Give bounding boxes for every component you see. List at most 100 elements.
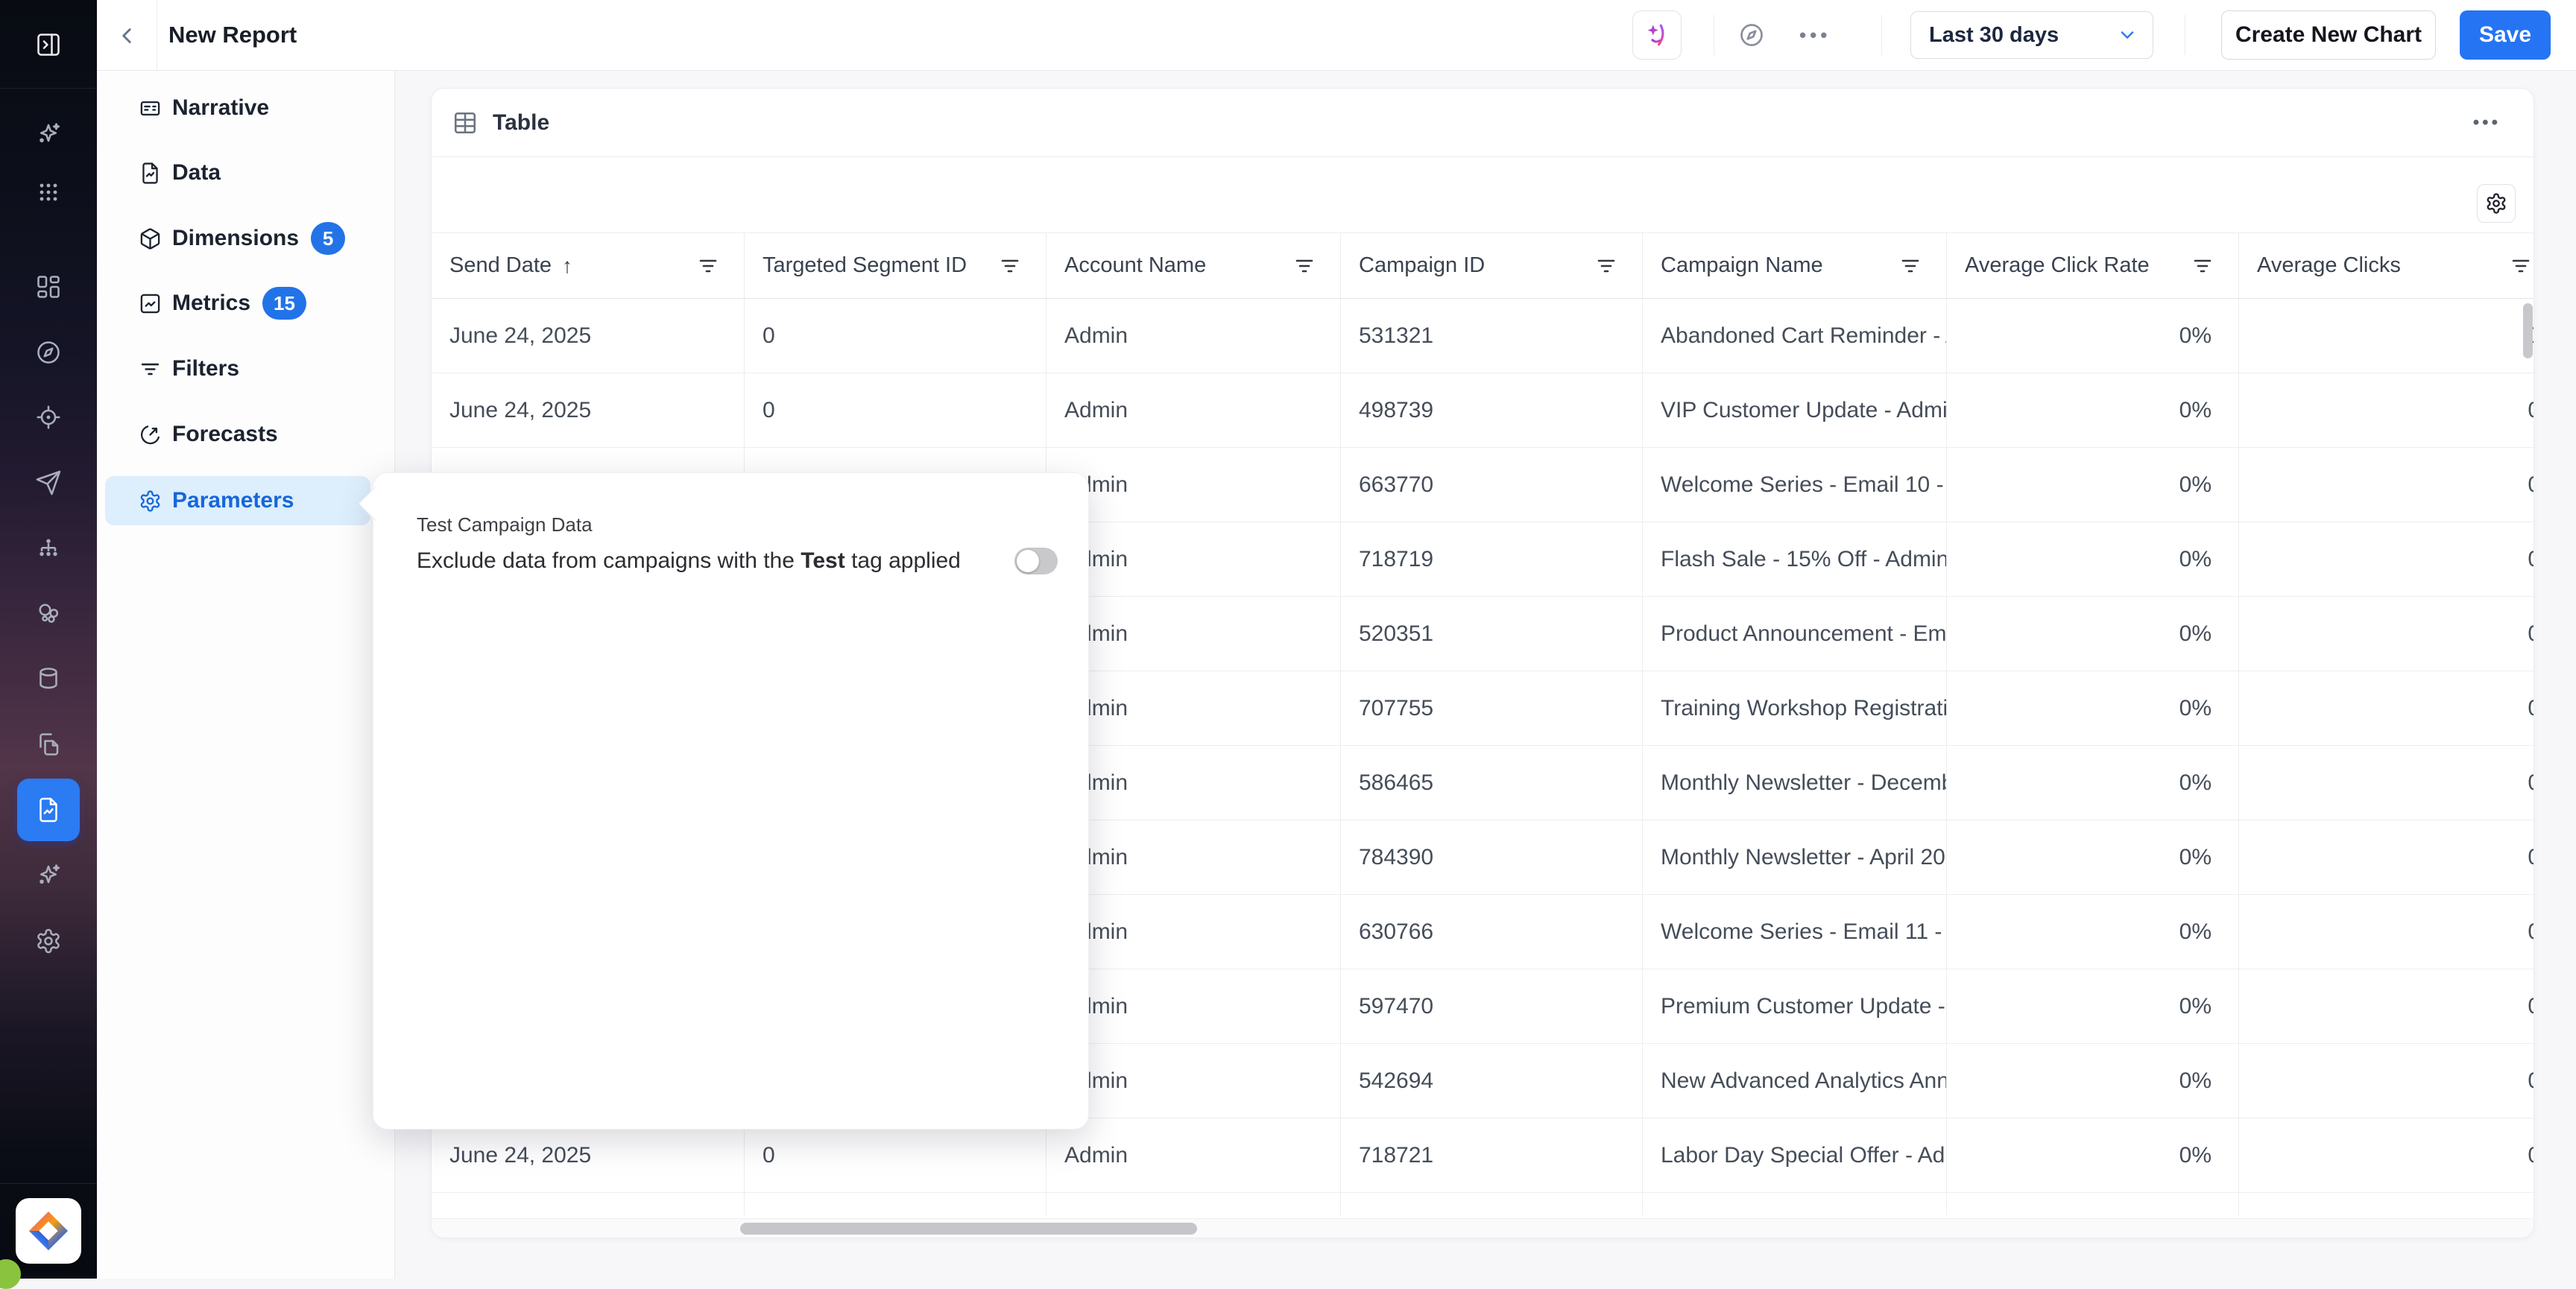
data-icon <box>139 162 162 185</box>
cell-campaign-name: Product Announcement - Email <box>1643 597 1947 671</box>
cell-campaign-id: 542694 <box>1341 1044 1643 1118</box>
cell-average-clicks: 0 <box>2239 1044 2534 1118</box>
ai-assist-button[interactable] <box>1632 10 1682 60</box>
filter-icon[interactable] <box>1597 258 1615 274</box>
back-button[interactable] <box>110 19 143 52</box>
filter-icon[interactable] <box>1295 258 1313 274</box>
cell-account-name: Admin <box>1046 746 1341 820</box>
sidebar-item-label: Narrative <box>172 95 269 121</box>
app-logo[interactable] <box>16 1198 81 1264</box>
filter-icon[interactable] <box>1901 258 1919 274</box>
hierarchy-icon[interactable] <box>32 532 65 565</box>
filter-icon[interactable] <box>2512 258 2530 274</box>
cell-campaign-id: 498739 <box>1341 373 1643 447</box>
column-header-send-date[interactable]: Send Date ↑ <box>432 233 745 298</box>
cell-average-clicks: 0 <box>2239 969 2534 1043</box>
cell-account-name: Admin <box>1046 522 1341 596</box>
column-header-targeted-segment-id[interactable]: Targeted Segment ID <box>745 233 1046 298</box>
vertical-scrollbar-thumb[interactable] <box>2523 303 2533 358</box>
cell-average-click-rate: 0% <box>1947 597 2239 671</box>
sidebar-item-filters[interactable]: Filters <box>105 344 370 393</box>
cell-account-name: Admin <box>1046 969 1341 1043</box>
horizontal-scrollbar-thumb[interactable] <box>740 1223 1197 1235</box>
metrics-icon <box>139 292 162 315</box>
column-header-average-click-rate[interactable]: Average Click Rate <box>1947 233 2239 298</box>
rail-divider <box>0 1183 97 1184</box>
table-row: June 24, 2025 0 Admin 531321 Abandoned C… <box>432 299 2534 373</box>
cell-average-click-rate: 0% <box>1947 671 2239 745</box>
cell-account-name: Admin <box>1046 1044 1341 1118</box>
table-row: June 24, 2025 0 Admin 718721 Labor Day S… <box>432 1118 2534 1193</box>
cell-campaign-id: 663770 <box>1341 448 1643 522</box>
divider <box>1881 15 1882 55</box>
cell-campaign-id: 586465 <box>1341 746 1643 820</box>
save-button[interactable]: Save <box>2460 10 2551 60</box>
sidebar-toggle-icon[interactable] <box>32 28 65 61</box>
exclude-test-data-toggle[interactable] <box>1014 548 1058 574</box>
column-header-campaign-id[interactable]: Campaign ID <box>1341 233 1643 298</box>
create-new-chart-button[interactable]: Create New Chart <box>2221 10 2436 60</box>
settings-icon[interactable] <box>32 925 65 957</box>
cell-average-click-rate: 0% <box>1947 448 2239 522</box>
sparkles-icon[interactable] <box>32 859 65 892</box>
cell-campaign-name: Welcome Series - Email 10 - Ad <box>1643 448 1947 522</box>
toggle-description: Exclude data from campaigns with the Tes… <box>417 548 1014 574</box>
copies-icon[interactable] <box>32 728 65 761</box>
column-header-account-name[interactable]: Account Name <box>1046 233 1341 298</box>
sidebar-item-label: Metrics <box>172 291 250 316</box>
table-row: June 24, 2025 0 Admin 498739 VIP Custome… <box>432 373 2534 448</box>
cell-send-date: June 24, 2025 <box>432 373 745 447</box>
cell-account-name: Admin <box>1046 1118 1341 1192</box>
more-icon[interactable]: ••• <box>1799 0 1831 70</box>
cell-send-date: June 24, 2025 <box>432 299 745 373</box>
sidebar-item-label: Dimensions <box>172 226 299 251</box>
card-title: Table <box>493 89 549 157</box>
date-range-select[interactable]: Last 30 days <box>1910 11 2153 59</box>
metrics-count-badge: 15 <box>262 287 306 320</box>
sidebar-item-parameters[interactable]: Parameters <box>105 476 370 525</box>
filters-icon <box>139 358 162 381</box>
cell-account-name: Admin <box>1046 597 1341 671</box>
parameters-gear-icon <box>139 490 162 513</box>
sidebar-item-dimensions[interactable]: Dimensions 5 <box>105 214 370 263</box>
narrative-icon <box>139 97 162 120</box>
compass-icon[interactable] <box>32 336 65 369</box>
cell-campaign-name: Monthly Newsletter - Decembe <box>1643 746 1947 820</box>
column-header-campaign-name[interactable]: Campaign Name <box>1643 233 1947 298</box>
send-icon[interactable] <box>32 466 65 499</box>
table-icon <box>452 110 478 136</box>
sidebar-item-label: Filters <box>172 356 239 381</box>
cell-average-clicks: 0 <box>2239 746 2534 820</box>
corner-decoration <box>0 1259 21 1289</box>
sidebar-item-metrics[interactable]: Metrics 15 <box>105 279 370 328</box>
dashboard-icon[interactable] <box>32 270 65 303</box>
explore-compass-icon[interactable] <box>1738 22 1765 48</box>
filter-icon[interactable] <box>1001 258 1019 274</box>
sort-asc-icon[interactable]: ↑ <box>562 254 572 278</box>
database-icon[interactable] <box>32 662 65 695</box>
grid-dots-icon[interactable] <box>32 176 65 209</box>
bubbles-icon[interactable] <box>32 597 65 630</box>
table-settings-button[interactable] <box>2477 184 2516 223</box>
filter-icon[interactable] <box>699 258 717 274</box>
sidebar-item-data[interactable]: Data <box>105 148 370 197</box>
sidebar-item-narrative[interactable]: Narrative <box>105 83 370 133</box>
cell-average-click-rate: 0% <box>1947 746 2239 820</box>
cell-average-clicks: 0 <box>2239 522 2534 596</box>
locate-icon[interactable] <box>32 401 65 434</box>
report-icon-active[interactable] <box>17 779 80 841</box>
filter-icon[interactable] <box>2194 258 2212 274</box>
icon-rail <box>0 0 97 1279</box>
cell-average-click-rate: 0% <box>1947 895 2239 969</box>
cell-campaign-name: Monthly Newsletter - April 202 <box>1643 820 1947 894</box>
cell-average-clicks: 0 <box>2239 373 2534 447</box>
card-more-icon[interactable]: ••• <box>2473 89 2501 157</box>
sidebar-item-forecasts[interactable]: Forecasts <box>105 410 370 459</box>
sparkles-icon[interactable] <box>32 118 65 151</box>
column-header-average-clicks[interactable]: Average Clicks <box>2239 233 2534 298</box>
toggle-knob <box>1017 550 1039 572</box>
page-title: New Report <box>168 0 297 70</box>
cell-average-click-rate: 0% <box>1947 1118 2239 1192</box>
cell-average-clicks: 0 <box>2239 1118 2534 1192</box>
cell-average-click-rate: 0% <box>1947 820 2239 894</box>
